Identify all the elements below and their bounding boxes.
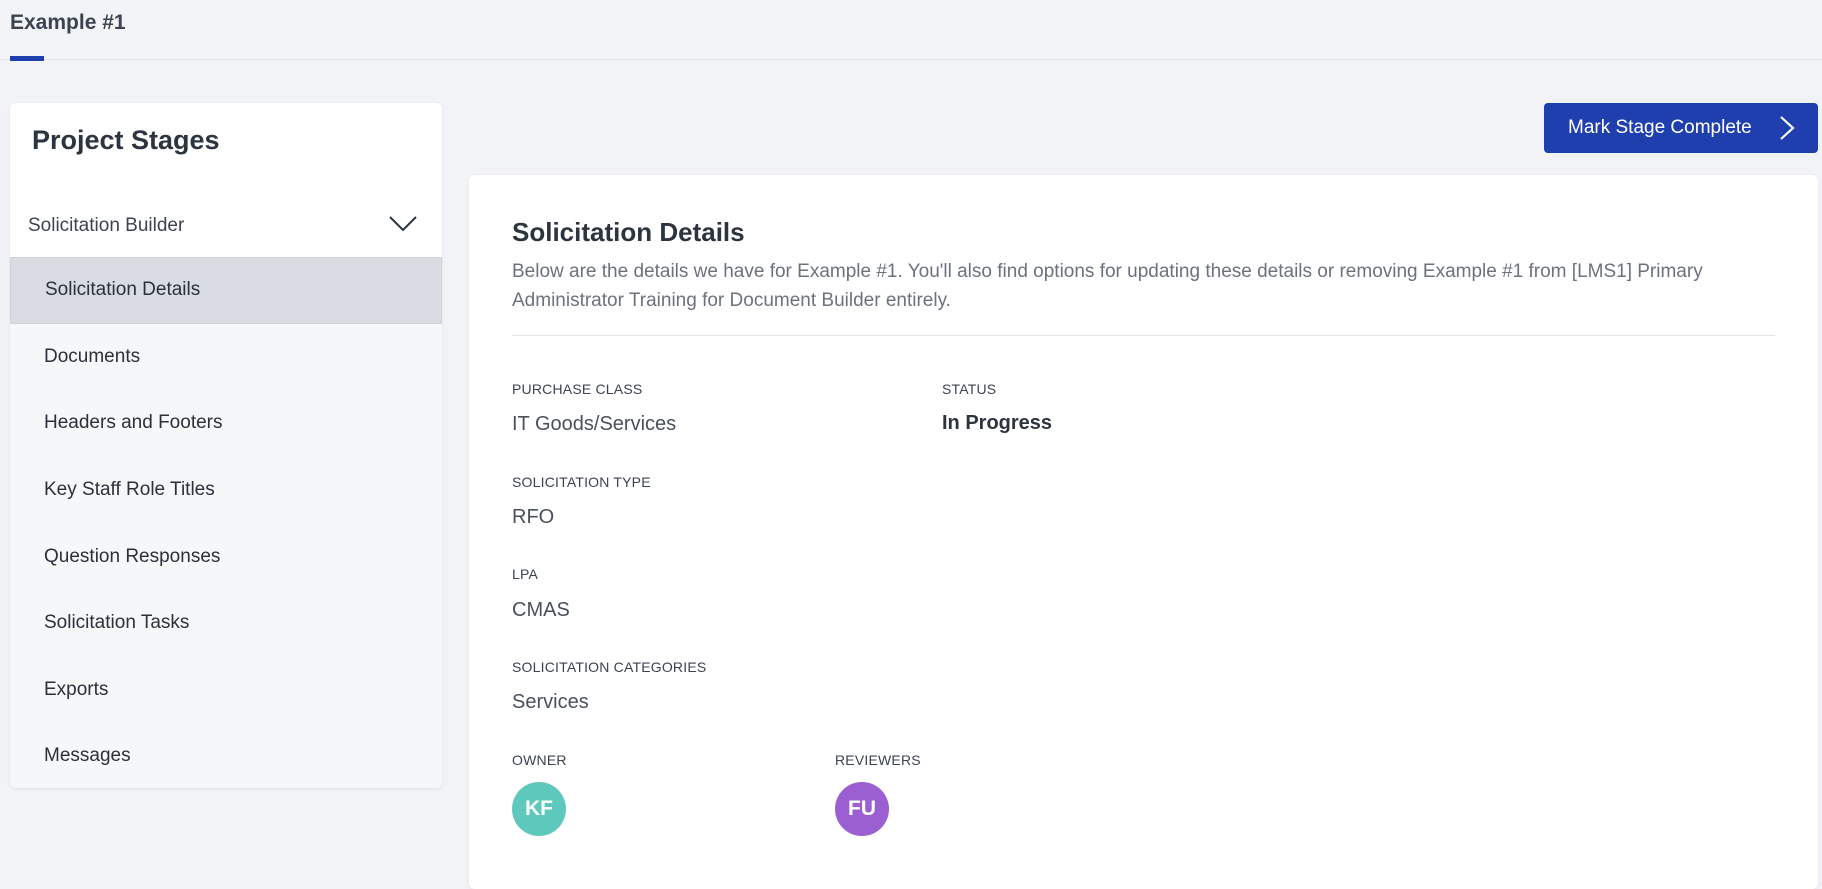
stage-item-solicitation-details[interactable]: Solicitation Details <box>10 257 442 324</box>
solicitation-type-label: SOLICITATION TYPE <box>512 474 651 490</box>
solicitation-categories-value: Services <box>512 691 589 713</box>
status-value: In Progress <box>942 412 1053 434</box>
solicitation-categories-label: SOLICITATION CATEGORIES <box>512 659 707 675</box>
status-label: STATUS <box>942 381 997 397</box>
stage-item-key-staff-role-titles[interactable]: Key Staff Role Titles <box>10 457 442 524</box>
stage-item-headers-and-footers[interactable]: Headers and Footers <box>10 390 442 457</box>
details-title: Solicitation Details <box>512 217 745 247</box>
stage-item-exports[interactable]: Exports <box>10 657 442 724</box>
divider <box>512 335 1775 336</box>
stage-item-documents[interactable]: Documents <box>10 324 442 391</box>
solicitation-details-card: Solicitation Details Below are the detai… <box>469 175 1818 889</box>
app-root: Example #1 Project Stages Solicitation B… <box>0 0 1822 889</box>
stage-item-question-responses[interactable]: Question Responses <box>10 523 442 590</box>
lpa-label: LPA <box>512 566 539 582</box>
project-stages-panel: Project Stages Solicitation Builder Soli… <box>10 103 442 788</box>
owner-avatar[interactable]: KF <box>512 782 566 836</box>
chevron-right-icon <box>1780 116 1795 140</box>
stage-item-messages[interactable]: Messages <box>10 723 442 788</box>
details-description: Below are the details we have for Exampl… <box>512 261 1703 311</box>
chevron-down-icon[interactable] <box>388 213 418 235</box>
mark-stage-complete-button[interactable]: Mark Stage Complete <box>1544 103 1818 153</box>
reviewers-label: REVIEWERS <box>835 752 921 768</box>
stage-item-solicitation-tasks[interactable]: Solicitation Tasks <box>10 590 442 657</box>
tab-bar: Example #1 <box>0 0 1822 61</box>
lpa-value: CMAS <box>512 599 570 621</box>
purchase-class-label: PURCHASE CLASS <box>512 381 643 397</box>
project-stages-title: Project Stages <box>32 125 220 155</box>
tab-example-1[interactable]: Example #1 <box>10 0 126 60</box>
reviewer-avatar[interactable]: FU <box>835 782 889 836</box>
owner-label: OWNER <box>512 752 567 768</box>
active-tab-indicator <box>10 56 44 61</box>
mark-stage-complete-label: Mark Stage Complete <box>1568 117 1752 138</box>
solicitation-type-value: RFO <box>512 506 555 528</box>
stage-group-header[interactable]: Solicitation Builder <box>10 195 442 257</box>
stage-group-label: Solicitation Builder <box>28 215 185 236</box>
purchase-class-value: IT Goods/Services <box>512 413 677 435</box>
stage-list: Solicitation Details Documents Headers a… <box>10 257 442 788</box>
